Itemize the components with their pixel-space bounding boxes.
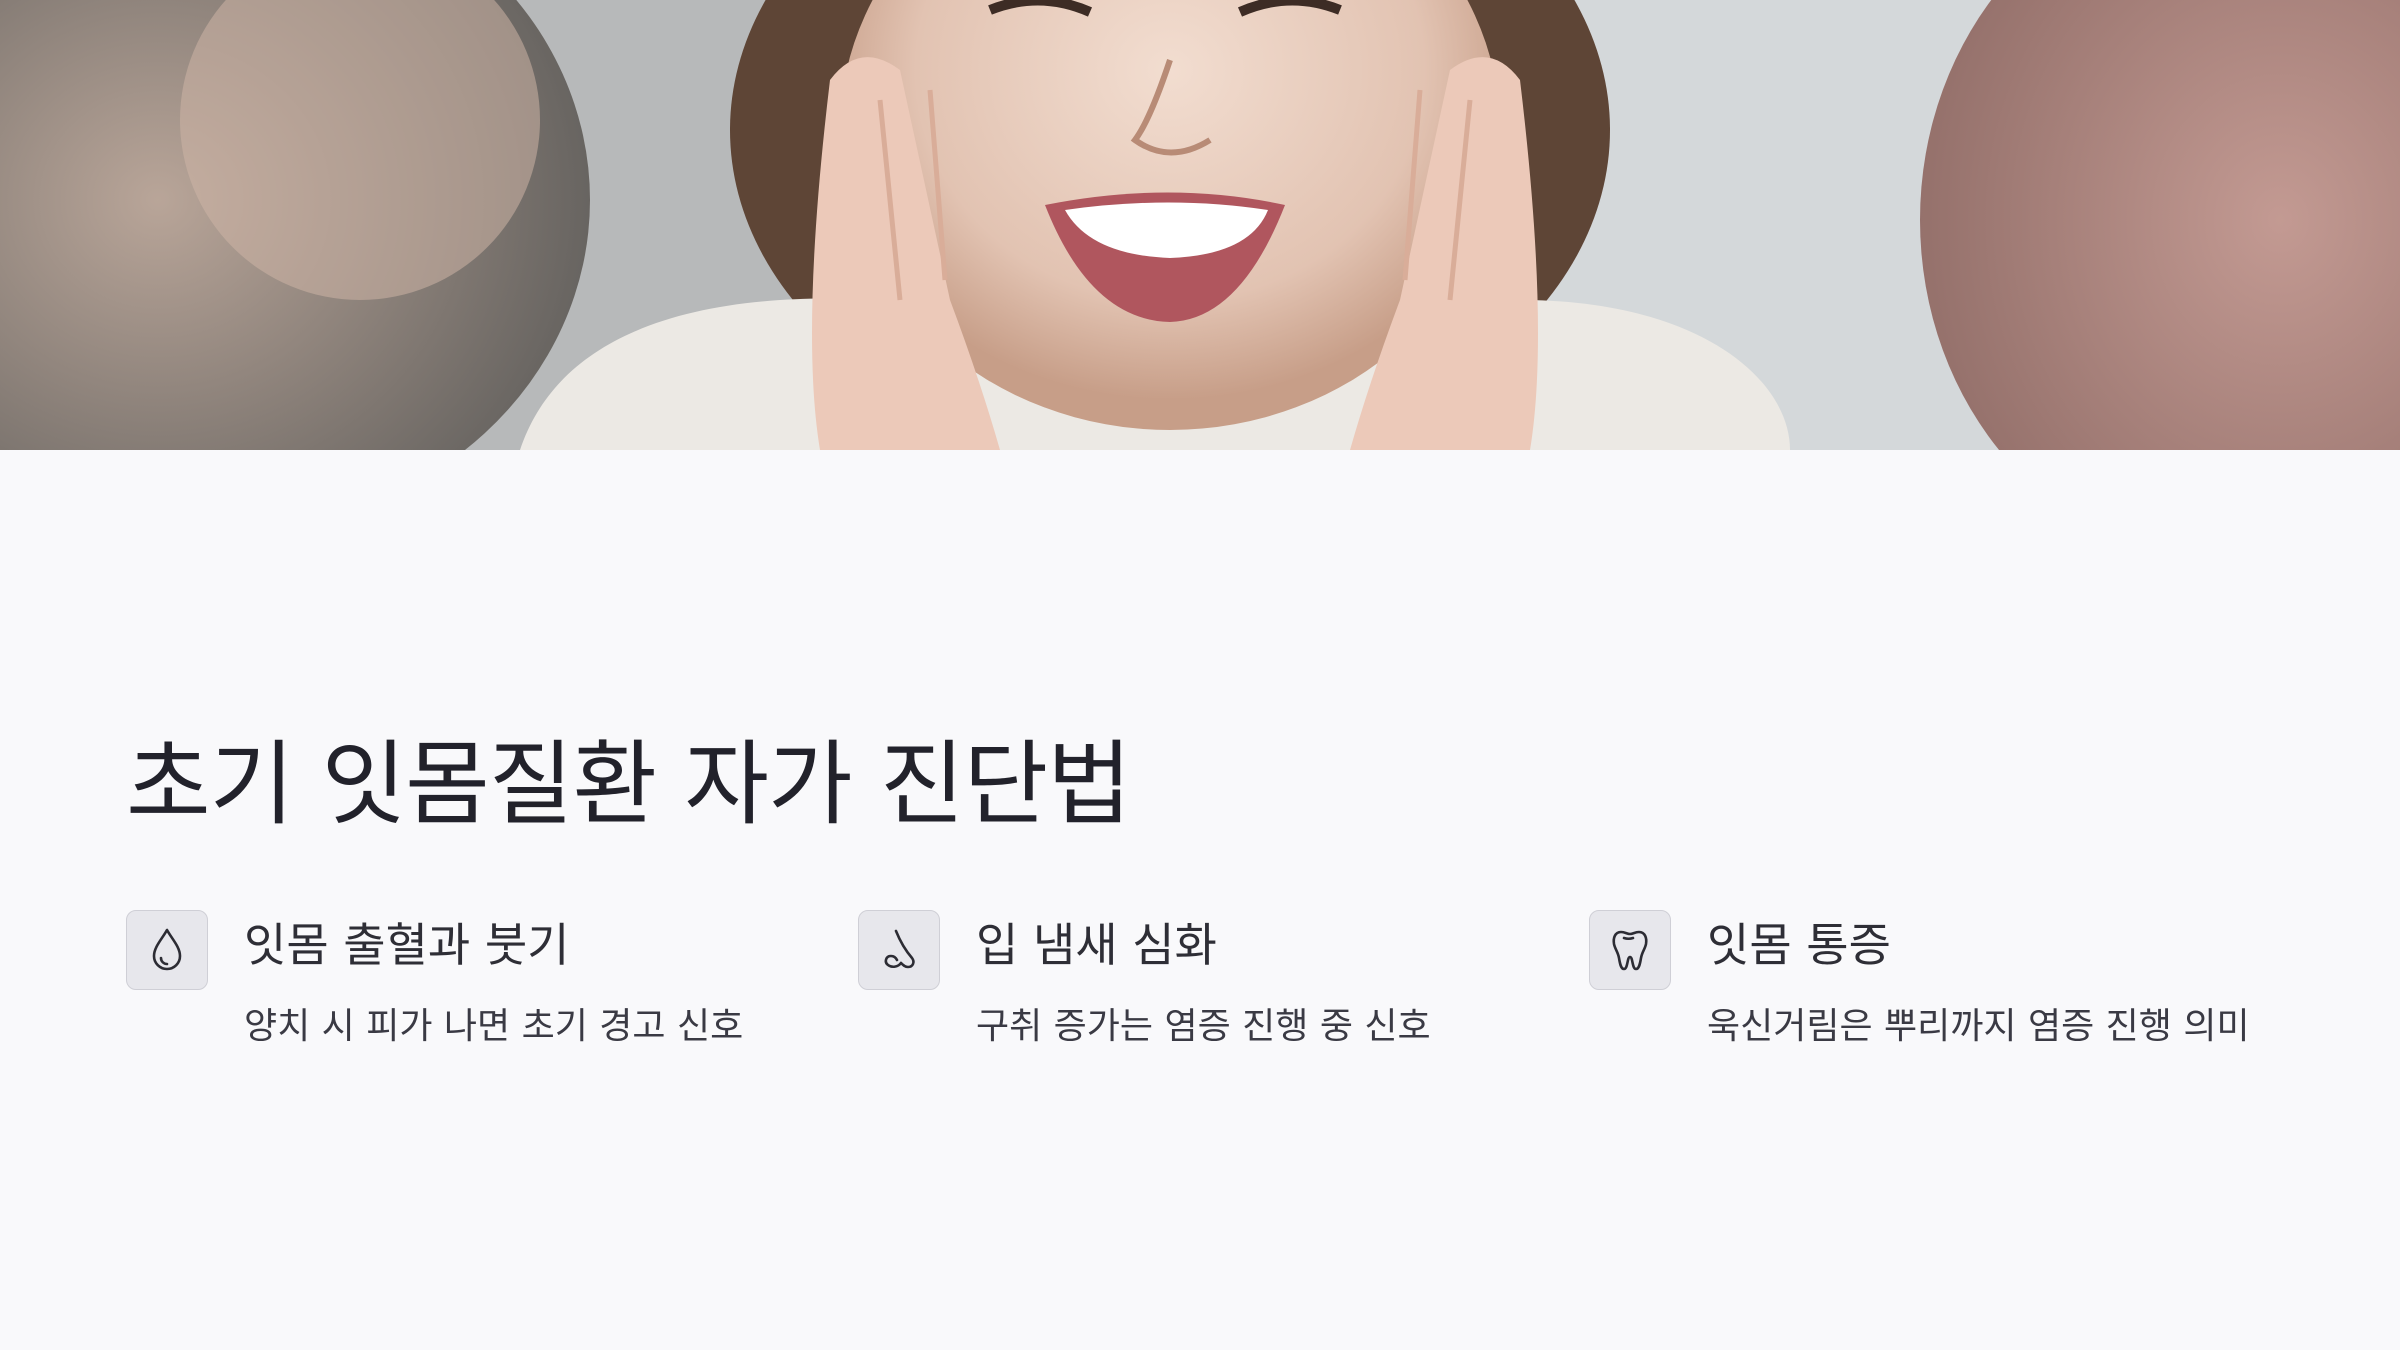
feature-item-bleeding: 잇몸 출혈과 붓기 양치 시 피가 나면 초기 경고 신호 — [126, 910, 826, 1070]
content: 초기 잇몸질환 자가 진단법 잇몸 출혈과 붓기 양치 시 피가 나면 초기 경… — [126, 730, 2276, 1047]
feature-description: 욱신거림은 뿌리까지 염증 진행 의미 — [1707, 1006, 2250, 1047]
feature-title: 잇몸 통증 — [1707, 918, 1891, 972]
feature-item-bad-breath: 입 냄새 심화 구취 증가는 염증 진행 중 신호 — [858, 910, 1558, 1070]
tooth-icon — [1589, 910, 1671, 990]
feature-title: 입 냄새 심화 — [976, 918, 1217, 972]
feature-list: 잇몸 출혈과 붓기 양치 시 피가 나면 초기 경고 신호 입 냄새 심화 구취… — [126, 910, 2276, 1070]
feature-description: 양치 시 피가 나면 초기 경고 신호 — [244, 1006, 744, 1047]
smiling-woman-photo — [0, 0, 2400, 450]
feature-description: 구취 증가는 염증 진행 중 신호 — [976, 1006, 1431, 1047]
droplet-icon — [126, 910, 208, 990]
nose-icon — [858, 910, 940, 990]
feature-title: 잇몸 출혈과 붓기 — [244, 918, 570, 972]
hero-photo — [0, 0, 2400, 450]
slide: 초기 잇몸질환 자가 진단법 잇몸 출혈과 붓기 양치 시 피가 나면 초기 경… — [0, 0, 2400, 1350]
feature-item-gum-pain: 잇몸 통증 욱신거림은 뿌리까지 염증 진행 의미 — [1589, 910, 2289, 1070]
page-title: 초기 잇몸질환 자가 진단법 — [126, 731, 1132, 838]
